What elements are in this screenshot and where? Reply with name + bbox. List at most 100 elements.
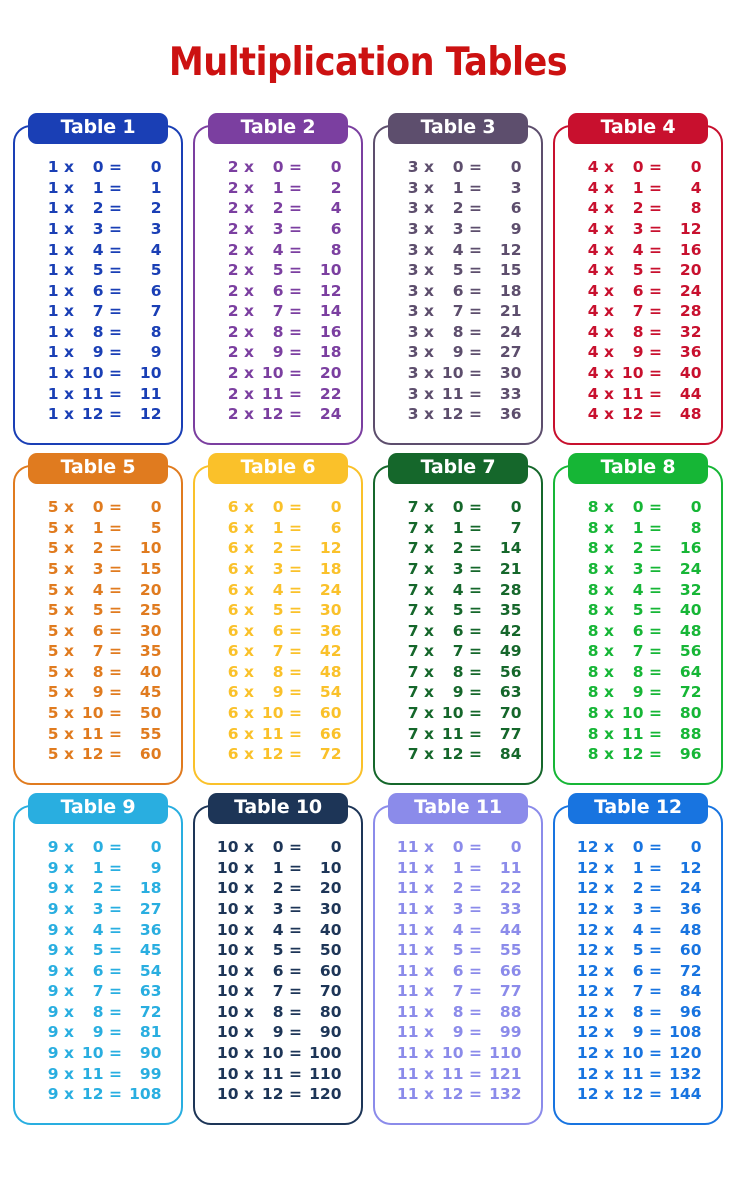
equation-row: 1 x 5 = 5 (35, 260, 162, 281)
equals-operator: = (469, 941, 482, 960)
multiplier-value: 9 (92, 343, 104, 362)
equation-row: 1 x 2 = 2 (35, 198, 162, 219)
multiplier-value: 12 (81, 745, 104, 764)
multiply-operator: x (604, 343, 614, 362)
equation-row: 5 x 4 = 20 (35, 580, 162, 601)
equals-operator: = (649, 1085, 662, 1104)
multiplicand-value: 1 (47, 261, 59, 280)
product-value: 36 (499, 405, 522, 424)
equals-operator: = (289, 879, 302, 898)
equation-row: 3 x 5 = 15 (395, 260, 522, 281)
multiply-operator: x (604, 199, 614, 218)
equals-operator: = (289, 580, 302, 599)
table-header-badge: Table 3 (388, 113, 528, 144)
equals-operator: = (469, 281, 482, 300)
equation-row: 1 x 9 = 9 (35, 342, 162, 363)
multiplicand-value: 8 (587, 621, 599, 640)
equation-row: 2 x 4 = 8 (215, 240, 342, 261)
multiplier-value: 8 (632, 1002, 644, 1021)
multiplicand-value: 8 (587, 580, 599, 599)
product-value: 21 (499, 302, 522, 321)
equals-operator: = (649, 1023, 662, 1042)
multiplicand-value: 12 (576, 1044, 599, 1063)
multiplicand-value: 4 (587, 343, 599, 362)
equation-row: 10 x 1 = 10 (215, 858, 342, 879)
multiply-operator: x (604, 518, 614, 537)
equals-operator: = (289, 559, 302, 578)
equation-row: 11 x 2 = 22 (395, 878, 522, 899)
equation-row: 10 x 6 = 60 (215, 961, 342, 982)
multiply-operator: x (244, 858, 254, 877)
multiplier-value: 8 (632, 322, 644, 341)
multiplier-value: 2 (452, 539, 464, 558)
equals-operator: = (469, 384, 482, 403)
multiplier-value: 5 (272, 261, 284, 280)
equation-row: 10 x 8 = 80 (215, 1002, 342, 1023)
equals-operator: = (649, 364, 662, 383)
multiply-operator: x (64, 858, 74, 877)
multiplicand-value: 1 (47, 343, 59, 362)
multiplicand-value: 11 (396, 1023, 419, 1042)
table-card: Table 5 5 x 0 = 0 5 x 1 = 5 5 x 2 = 10 5 x 3 = 15 5 x 4 = 20 5 x 5 = 2… (13, 453, 183, 786)
multiplicand-value: 6 (227, 559, 239, 578)
multiplicand-value: 2 (227, 219, 239, 238)
multiplicand-value: 1 (47, 302, 59, 321)
product-value: 54 (319, 683, 342, 702)
multiply-operator: x (424, 1064, 434, 1083)
multiplicand-value: 12 (576, 1064, 599, 1083)
product-value: 24 (679, 281, 702, 300)
equals-operator: = (469, 642, 482, 661)
multiply-operator: x (244, 683, 254, 702)
equals-operator: = (289, 724, 302, 743)
multiplier-value: 2 (92, 879, 104, 898)
equals-operator: = (109, 683, 122, 702)
multiplier-value: 9 (272, 683, 284, 702)
product-value: 40 (139, 662, 162, 681)
product-value: 21 (499, 559, 522, 578)
multiply-operator: x (424, 879, 434, 898)
product-value: 110 (489, 1044, 522, 1063)
multiplicand-value: 3 (407, 240, 419, 259)
multiplicand-value: 6 (227, 662, 239, 681)
equals-operator: = (109, 302, 122, 321)
equation-row: 7 x 5 = 35 (395, 600, 522, 621)
equals-operator: = (109, 899, 122, 918)
multiplier-value: 11 (441, 384, 464, 403)
equation-row: 10 x 7 = 70 (215, 981, 342, 1002)
product-value: 8 (690, 199, 702, 218)
multiplier-value: 6 (272, 961, 284, 980)
multiply-operator: x (424, 642, 434, 661)
multiply-operator: x (424, 1002, 434, 1021)
multiplicand-value: 8 (587, 559, 599, 578)
multiplier-value: 3 (92, 899, 104, 918)
multiplicand-value: 8 (587, 704, 599, 723)
equation-row: 7 x 10 = 70 (395, 703, 522, 724)
equals-operator: = (649, 219, 662, 238)
equation-row: 9 x 8 = 72 (35, 1002, 162, 1023)
multiplier-value: 0 (92, 498, 104, 517)
multiplicand-value: 11 (396, 879, 419, 898)
multiply-operator: x (64, 838, 74, 857)
product-value: 18 (319, 343, 342, 362)
multiply-operator: x (244, 580, 254, 599)
multiplier-value: 8 (272, 322, 284, 341)
product-value: 2 (330, 178, 342, 197)
multiply-operator: x (244, 302, 254, 321)
multiply-operator: x (64, 745, 74, 764)
equation-row: 7 x 8 = 56 (395, 662, 522, 683)
multiply-operator: x (244, 158, 254, 177)
product-value: 8 (150, 322, 162, 341)
product-value: 9 (510, 219, 522, 238)
table-card: Table 12 12 x 0 = 0 12 x 1 = 12 12 x 2 = 24 12 x 3 = 36 12 x 4 =… (553, 793, 723, 1126)
multiply-operator: x (604, 178, 614, 197)
equals-operator: = (649, 302, 662, 321)
multiplier-value: 6 (632, 281, 644, 300)
table-header-badge: Table 10 (208, 793, 348, 824)
equals-operator: = (469, 1002, 482, 1021)
multiply-operator: x (604, 240, 614, 259)
multiplier-value: 4 (92, 920, 104, 939)
product-value: 0 (150, 498, 162, 517)
equals-operator: = (469, 961, 482, 980)
multiply-operator: x (244, 240, 254, 259)
multiplier-value: 3 (452, 559, 464, 578)
